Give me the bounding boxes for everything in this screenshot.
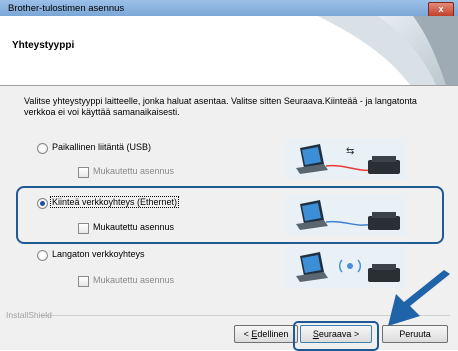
ethernet-connection-icon [286, 194, 406, 236]
close-button[interactable]: x [428, 2, 454, 17]
window-title: Brother-tulostimen asennus [8, 3, 125, 14]
ethernet-radio[interactable] [37, 198, 48, 209]
ethernet-custom-checkbox[interactable] [78, 223, 89, 234]
usb-connection-icon: ⇆ [286, 138, 406, 180]
usb-custom-label: Mukautettu asennus [93, 166, 175, 176]
usb-custom-checkbox[interactable] [78, 167, 89, 178]
next-button[interactable]: Seuraava > [300, 325, 372, 343]
wireless-custom-checkbox[interactable] [78, 276, 89, 287]
wireless-label[interactable]: Langaton verkkoyhteys [52, 249, 145, 259]
page-title: Yhteystyyppi [12, 40, 75, 51]
header-swoosh-graphic [318, 16, 458, 85]
ethernet-custom-label[interactable]: Mukautettu asennus [93, 222, 174, 232]
wireless-radio[interactable] [37, 250, 48, 261]
usb-label[interactable]: Paikallinen liitäntä (USB) [52, 142, 151, 152]
back-button-rest: dellinen [257, 329, 289, 339]
dialog-client-area: Yhteystyyppi Valitse yhteystyyppi laitte… [0, 16, 458, 351]
installer-window: Brother-tulostimen asennus x Yhteystyypp… [0, 0, 458, 351]
installshield-label: InstallShield [6, 310, 52, 320]
dialog-header: Yhteystyyppi [0, 16, 458, 86]
usb-radio[interactable] [37, 143, 48, 154]
intro-text: Valitse yhteystyyppi laitteelle, jonka h… [24, 96, 417, 117]
svg-text:⇆: ⇆ [346, 146, 354, 157]
next-button-rest: euraava > [318, 329, 360, 339]
title-bar[interactable]: Brother-tulostimen asennus x [0, 0, 458, 17]
ethernet-label[interactable]: Kiinteä verkkoyhteys (Ethernet) [49, 196, 180, 208]
pointer-arrow-icon [388, 270, 450, 326]
back-button[interactable]: < Edellinen [234, 325, 298, 343]
wireless-custom-label: Mukautettu asennus [93, 275, 175, 285]
